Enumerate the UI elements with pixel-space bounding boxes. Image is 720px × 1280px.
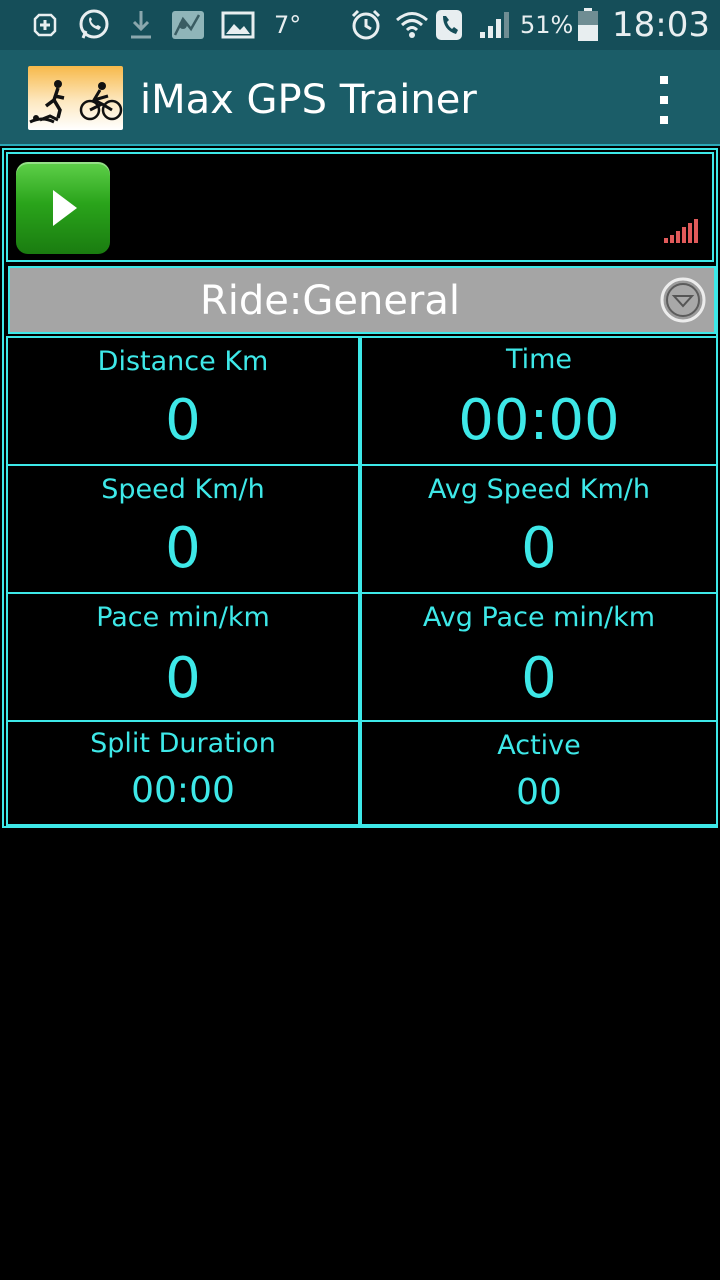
phone-icon xyxy=(432,8,466,42)
stat-value: 00:00 xyxy=(458,388,620,453)
activity-mode-label: Ride:General xyxy=(199,278,461,324)
gps-signal-icon xyxy=(664,218,700,244)
stat-label: Pace min/km xyxy=(96,602,270,633)
battery-icon xyxy=(576,8,600,42)
wifi-icon xyxy=(394,8,430,42)
stat-value: 00:00 xyxy=(131,770,235,811)
stat-value: 0 xyxy=(521,646,557,711)
stat-value: 0 xyxy=(165,516,201,581)
stat-distance: Distance Km 0 xyxy=(6,336,360,466)
stat-label: Active xyxy=(497,730,581,761)
stat-value: 0 xyxy=(521,516,557,581)
chevron-down-icon[interactable] xyxy=(660,277,706,323)
stat-label: Time xyxy=(505,344,573,375)
stat-label: Distance Km xyxy=(97,346,269,377)
stat-value: 0 xyxy=(165,388,201,453)
play-button[interactable] xyxy=(16,162,110,254)
status-bar: 7° 51% 18:03 xyxy=(0,0,720,50)
add-icon xyxy=(30,8,60,42)
stat-value: 0 xyxy=(165,646,201,711)
whatsapp-icon xyxy=(74,8,114,42)
stat-time: Time 00:00 xyxy=(360,336,718,466)
battery-text: 51% xyxy=(520,11,574,39)
gallery-icon xyxy=(220,8,256,42)
stat-value: 00 xyxy=(516,772,562,813)
cell-signal-icon xyxy=(476,8,512,42)
stat-label: Split Duration xyxy=(90,728,276,759)
control-row xyxy=(6,152,714,262)
clock-text: 18:03 xyxy=(612,5,710,45)
app-title: iMax GPS Trainer xyxy=(140,77,477,123)
stat-label: Speed Km/h xyxy=(101,474,265,505)
app-bar: iMax GPS Trainer xyxy=(0,50,720,146)
stat-label: Avg Pace min/km xyxy=(422,602,656,633)
download-icon xyxy=(126,8,156,42)
app-logo xyxy=(28,66,123,130)
stat-avg-speed: Avg Speed Km/h 0 xyxy=(360,464,718,594)
stat-split-duration: Split Duration 00:00 xyxy=(6,720,360,826)
alarm-icon xyxy=(348,8,384,42)
play-icon xyxy=(53,190,77,226)
stat-avg-pace: Avg Pace min/km 0 xyxy=(360,592,718,722)
activity-mode-selector[interactable]: Ride:General xyxy=(8,266,716,334)
map-icon xyxy=(168,8,208,42)
stat-active: Active 00 xyxy=(360,720,718,826)
stat-label: Avg Speed Km/h xyxy=(427,474,651,505)
temperature-text: 7° xyxy=(274,11,302,39)
tracker-panel: Ride:General Distance Km 0 Time 00:00 Sp… xyxy=(2,148,718,828)
stat-pace: Pace min/km 0 xyxy=(6,592,360,722)
overflow-menu-icon[interactable] xyxy=(640,72,688,128)
stat-speed: Speed Km/h 0 xyxy=(6,464,360,594)
